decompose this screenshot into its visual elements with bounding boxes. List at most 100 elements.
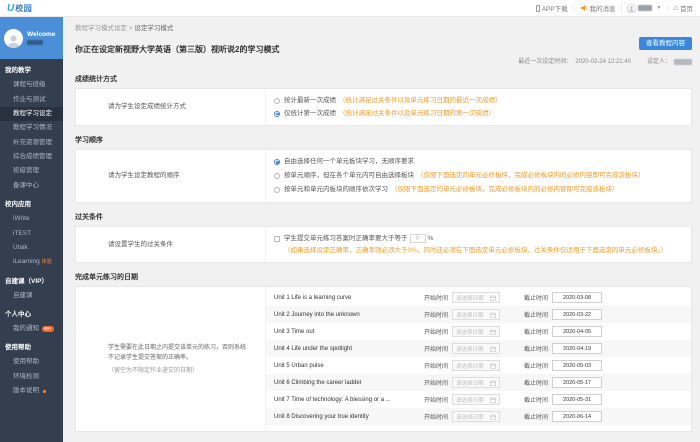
- sidebar-item-courses-classes[interactable]: 课程与班级: [0, 78, 63, 92]
- learning-order-card: 请为学生设定教程的顺序 自由选择任何一个单元板块学习，无顺序要求 按单元顺序，但…: [75, 149, 692, 203]
- calendar-icon: [490, 397, 496, 403]
- start-time-label: 开始时间: [424, 412, 448, 421]
- date-placeholder: 请选择日期: [456, 345, 484, 353]
- learning-order-label: 请为学生设定教程的顺序: [76, 150, 266, 202]
- end-date-input[interactable]: 2020-03-22: [552, 309, 602, 320]
- home-link[interactable]: ⌂ 首页: [673, 3, 693, 13]
- radio-option-first-score[interactable]: 仅统计第一次成绩 （统计满足过关条件以及单元练习日期的第一次成绩）: [274, 107, 683, 120]
- end-time-label: 截止时间: [524, 310, 548, 319]
- date-placeholder: 请选择日期: [456, 362, 484, 370]
- date-placeholder: 请选择日期: [456, 396, 484, 404]
- unit-name: Unit 5 Urban pulse: [274, 363, 424, 369]
- top-right-menu: APP下载 | 我的消息 | ▼ | ⌂ 首页: [536, 3, 693, 13]
- notifications-label: 我的通知: [13, 325, 39, 333]
- sidebar-item-self-built-course[interactable]: 自建课: [0, 289, 63, 303]
- unit-dates-label: 学生需要在此日期之内提交该单元的练习，否则系统不记录学生提交答案的正确率。 （留…: [76, 287, 266, 431]
- last-set-time-label: 最近一次设定时间：: [518, 58, 572, 66]
- start-date-input[interactable]: 请选择日期: [452, 292, 500, 303]
- pass-rate-checkbox-row[interactable]: 学生提交单元练习答案时正确率要大于等于 0 %: [274, 232, 683, 245]
- pass-rate-input[interactable]: 0: [410, 234, 426, 243]
- app-download-link[interactable]: APP下载: [536, 3, 568, 13]
- sidebar-section-campus-apps: 校内应用: [0, 193, 63, 212]
- sidebar-item-itest[interactable]: iTEST: [0, 226, 63, 240]
- sidebar-item-env-check[interactable]: 环境检测: [0, 370, 63, 384]
- start-date-input[interactable]: 请选择日期: [452, 326, 500, 337]
- end-date-input[interactable]: 2020-04-19: [552, 343, 602, 354]
- unit-row-1: Unit 1 Life is a learning curve 开始时间 请选择…: [266, 289, 691, 306]
- start-date-input[interactable]: 请选择日期: [452, 377, 500, 388]
- date-placeholder: 请选择日期: [456, 413, 484, 421]
- date-placeholder: 请选择日期: [456, 379, 484, 387]
- breadcrumb-current: 设定学习模式: [134, 25, 173, 32]
- divider: |: [621, 5, 623, 12]
- radio-icon[interactable]: [274, 187, 280, 193]
- end-time-label: 截止时间: [524, 395, 548, 404]
- sidebar-item-my-notifications[interactable]: 我的通知 99+: [0, 322, 63, 336]
- sidebar-item-help[interactable]: 使用帮助: [0, 355, 63, 369]
- end-date-input[interactable]: 2020-03-08: [552, 292, 602, 303]
- unit-list: Unit 1 Life is a learning curve 开始时间 请选择…: [266, 287, 691, 431]
- radio-icon-checked[interactable]: [274, 159, 280, 165]
- start-time-label: 开始时间: [424, 327, 448, 336]
- start-time-label: 开始时间: [424, 310, 448, 319]
- person-icon: [5, 33, 22, 48]
- sidebar-item-class-management[interactable]: 班级管理: [0, 164, 63, 178]
- sidebar-item-supplementary-resources[interactable]: 补充资源管理: [0, 136, 63, 150]
- radio-icon[interactable]: [274, 98, 280, 104]
- sidebar-item-utalk[interactable]: Utalk: [0, 241, 63, 255]
- radio-option-unit-order[interactable]: 按单元顺序，但在各个单元内可自由选择板块 （仅限下面选定的单元必修板块，完成必修…: [274, 169, 683, 183]
- sidebar-item-lesson-prep-center[interactable]: 备课中心: [0, 179, 63, 193]
- unit-row-8: Unit 8 Discovering your true identity 开始…: [266, 408, 691, 425]
- end-time-label: 截止时间: [524, 293, 548, 302]
- start-time-label: 开始时间: [424, 361, 448, 370]
- sidebar-item-course-learning-status[interactable]: 教程学习情况: [0, 121, 63, 135]
- top-bar: U 校园 APP下载 | 我的消息 | ▼ | ⌂ 首页: [0, 0, 700, 17]
- end-date-input[interactable]: 2020-06-14: [552, 411, 602, 422]
- sidebar-item-comprehensive-grades[interactable]: 综合成绩管理: [0, 150, 63, 164]
- start-date-input[interactable]: 请选择日期: [452, 360, 500, 371]
- date-placeholder: 请选择日期: [456, 294, 484, 302]
- grade-stat-label: 请为学生设定成绩统计方式: [76, 89, 266, 125]
- unit-dates-card: 学生需要在此日期之内提交该单元的练习，否则系统不记录学生提交答案的正确率。 （留…: [75, 286, 692, 432]
- start-date-input[interactable]: 请选择日期: [452, 411, 500, 422]
- messages-link[interactable]: 我的消息: [580, 3, 616, 13]
- start-time-label: 开始时间: [424, 395, 448, 404]
- unit-name: Unit 3 Time out: [274, 329, 424, 335]
- notification-badge: 99+: [42, 326, 54, 332]
- date-placeholder: 请选择日期: [456, 311, 484, 319]
- end-date-input[interactable]: 2020-05-17: [552, 377, 602, 388]
- sidebar-item-course-learning-setting[interactable]: 教程学习设定: [0, 107, 63, 121]
- start-time-label: 开始时间: [424, 293, 448, 302]
- radio-option-strict-order[interactable]: 按单元和单元内板块的顺序依次学习 （仅限下面选定的单元必修板块，完成必修板块内的…: [274, 183, 683, 197]
- sidebar-item-iwrite[interactable]: iWrite: [0, 212, 63, 226]
- user-menu[interactable]: ▼: [627, 4, 661, 13]
- checkbox-icon[interactable]: [274, 236, 280, 242]
- user-avatar-icon: [627, 4, 636, 13]
- end-date-input[interactable]: 2020-04-05: [552, 326, 602, 337]
- end-date-input[interactable]: 2020-05-03: [552, 360, 602, 371]
- option-label: 仅统计第一次成绩: [284, 107, 336, 120]
- end-time-label: 截止时间: [524, 361, 548, 370]
- option-label: 按单元和单元内板块的顺序依次学习: [284, 183, 388, 197]
- pass-condition-label: 请设置学生的过关条件: [76, 227, 266, 262]
- breadcrumb-parent[interactable]: 教程学习模式设定: [75, 25, 127, 32]
- radio-option-free-order[interactable]: 自由选择任何一个单元板块学习，无顺序要求: [274, 155, 683, 169]
- unit-row-5: Unit 5 Urban pulse 开始时间 请选择日期 截止时间 2020-…: [266, 357, 691, 374]
- avatar[interactable]: [4, 29, 23, 48]
- sidebar-section-self-built-vip: 自建课（VIP）: [0, 270, 63, 289]
- end-date-input[interactable]: 2020-05-31: [552, 394, 602, 405]
- start-date-input[interactable]: 请选择日期: [452, 343, 500, 354]
- sidebar-item-homework-tests[interactable]: 作业与测试: [0, 92, 63, 106]
- page-title: 你正在设定新视野大学英语（第三版）视听说2的学习模式: [75, 45, 692, 54]
- unit-row-2: Unit 2 Journey into the unknown 开始时间 请选择…: [266, 306, 691, 323]
- start-date-input[interactable]: 请选择日期: [452, 309, 500, 320]
- sidebar-item-version-notes[interactable]: 版本说明: [0, 384, 63, 398]
- home-label: 首页: [680, 3, 693, 13]
- start-date-input[interactable]: 请选择日期: [452, 394, 500, 405]
- radio-icon-checked[interactable]: [274, 111, 280, 117]
- option-note: （统计满足过关条件以及单元练习日期的最近一次成绩）: [339, 94, 502, 107]
- sidebar-item-ilearning[interactable]: iLearning 体验: [0, 255, 63, 269]
- view-course-content-button[interactable]: 查看教程内容: [639, 37, 692, 50]
- radio-icon[interactable]: [274, 173, 280, 179]
- radio-option-latest-score[interactable]: 统计最新一次成绩 （统计满足过关条件以及单元练习日期的最近一次成绩）: [274, 94, 683, 107]
